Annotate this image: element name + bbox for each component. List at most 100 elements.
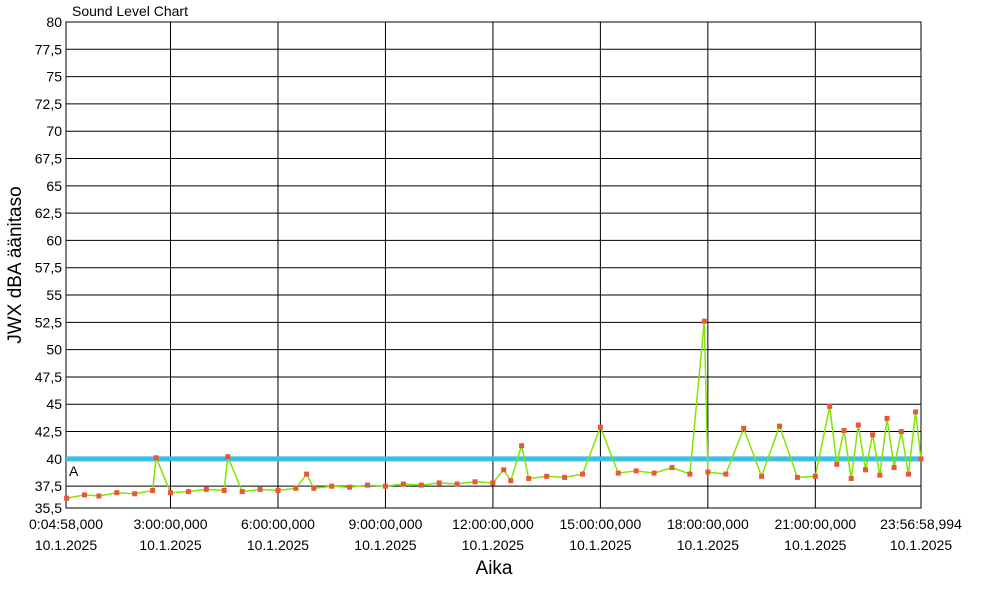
data-point-marker <box>651 470 657 476</box>
data-point-marker <box>293 485 299 491</box>
y-tick-label: 47,5 <box>35 369 62 385</box>
y-tick-label: 52,5 <box>35 314 62 330</box>
x-tick-time-label: 0:04:58,000 <box>29 516 103 532</box>
data-point-marker <box>275 488 281 493</box>
data-point-marker <box>705 469 711 475</box>
chart-svg: 80 77,5 75 72,5 70 67,5 65 62,5 60 57,5 55 52,5 50 47… <box>5 3 962 579</box>
x-tick-time-label: 6:00:00,000 <box>241 516 315 532</box>
data-point-marker <box>827 403 833 409</box>
data-point-marker <box>225 454 231 460</box>
y-tick-label: 75 <box>46 69 62 85</box>
data-point-marker <box>347 484 353 490</box>
x-tick-date-label: 10.1.2025 <box>677 537 739 553</box>
data-point-marker <box>221 488 227 493</box>
x-tick-time-label: 23:56:58,994 <box>880 516 962 532</box>
x-tick-date-label: 10.1.2025 <box>139 537 201 553</box>
x-axis-ticks: 0:04:58,000 10.1.2025 3:00:00,000 10.1.2025… <box>29 516 962 553</box>
y-tick-label: 77,5 <box>35 41 62 57</box>
x-tick-date-label: 10.1.2025 <box>569 537 631 553</box>
y-tick-label: 67,5 <box>35 151 62 167</box>
data-point-marker <box>848 476 854 481</box>
y-axis-label: JWX dBA äänitaso <box>5 186 26 343</box>
x-tick-time-label: 15:00:00,000 <box>560 516 642 532</box>
data-point-marker <box>794 474 800 480</box>
y-tick-label: 40 <box>46 451 62 467</box>
threshold-label: A <box>69 463 79 479</box>
data-point-marker <box>454 481 460 487</box>
data-point-marker <box>132 491 138 497</box>
data-point-marker <box>501 467 507 473</box>
x-tick-date-label: 10.1.2025 <box>784 537 846 553</box>
data-point-marker <box>96 493 102 499</box>
x-tick-time-label: 18:00:00,000 <box>667 516 749 532</box>
data-point-marker <box>150 488 156 493</box>
data-point-marker <box>304 471 310 477</box>
y-tick-label: 42,5 <box>35 424 62 440</box>
data-point-marker <box>365 482 370 488</box>
data-point-marker <box>329 483 335 489</box>
x-tick-time-label: 9:00:00,000 <box>348 516 422 532</box>
data-point-marker <box>168 490 173 496</box>
data-point-marker <box>891 465 897 471</box>
x-tick-date-label: 10.1.2025 <box>462 537 524 553</box>
x-tick-date-label: 10.1.2025 <box>35 537 97 553</box>
plot-area <box>65 21 922 509</box>
data-point-marker <box>544 473 550 479</box>
data-point-marker <box>841 428 847 433</box>
y-tick-label: 65 <box>46 178 62 194</box>
y-tick-label: 62,5 <box>35 205 62 221</box>
y-tick-label: 35,5 <box>35 500 62 516</box>
data-point-marker <box>884 415 890 421</box>
data-point-marker <box>418 482 424 488</box>
data-point-marker <box>615 470 621 476</box>
data-point-marker <box>382 483 388 489</box>
data-point-marker <box>185 489 191 495</box>
data-point-marker <box>687 471 693 477</box>
data-point-marker <box>508 478 514 484</box>
y-tick-label: 37,5 <box>35 478 62 494</box>
data-point-marker <box>436 480 442 486</box>
data-point-marker <box>526 476 532 481</box>
data-point-marker <box>759 473 765 479</box>
data-point-marker <box>870 432 876 438</box>
data-point-marker <box>203 486 209 492</box>
data-point-marker <box>723 471 729 477</box>
x-tick-date-label: 10.1.2025 <box>890 537 952 553</box>
x-tick-time-label: 3:00:00,000 <box>134 516 208 532</box>
data-point-marker <box>562 474 568 480</box>
x-tick-date-label: 10.1.2025 <box>247 537 309 553</box>
data-point-marker <box>472 479 478 485</box>
chart-title: Sound Level Chart <box>72 3 188 19</box>
data-point-marker <box>918 456 924 462</box>
data-point-marker <box>855 422 861 428</box>
data-point-marker <box>863 467 868 473</box>
data-point-marker <box>701 318 707 324</box>
data-point-marker <box>898 429 904 435</box>
data-point-marker <box>906 471 911 477</box>
data-point-marker <box>669 465 675 471</box>
data-point-marker <box>519 443 525 449</box>
data-point-marker <box>633 468 639 474</box>
data-point-marker <box>153 455 159 461</box>
data-point-marker <box>834 461 840 467</box>
x-tick-time-label: 21:00:00,000 <box>774 516 856 532</box>
data-point-marker <box>490 480 496 486</box>
y-axis-ticks: 80 77,5 75 72,5 70 67,5 65 62,5 60 57,5 55 52,5 50 47… <box>35 14 62 516</box>
data-point-marker <box>239 489 245 495</box>
x-tick-time-label: 12:00:00,000 <box>452 516 534 532</box>
data-point-marker <box>812 473 818 479</box>
data-point-marker <box>311 485 317 491</box>
data-point-marker <box>877 472 883 478</box>
y-tick-label: 57,5 <box>35 260 62 276</box>
y-tick-label: 72,5 <box>35 96 62 112</box>
data-point-marker <box>580 471 585 477</box>
data-point-marker <box>913 409 919 415</box>
data-point-marker <box>82 492 87 498</box>
y-tick-label: 45 <box>46 396 62 412</box>
data-point-marker <box>741 425 747 431</box>
y-tick-label: 70 <box>46 123 62 139</box>
data-point-marker <box>777 423 782 429</box>
data-point-marker <box>597 424 603 430</box>
x-tick-date-label: 10.1.2025 <box>354 537 416 553</box>
y-tick-label: 60 <box>46 232 62 248</box>
